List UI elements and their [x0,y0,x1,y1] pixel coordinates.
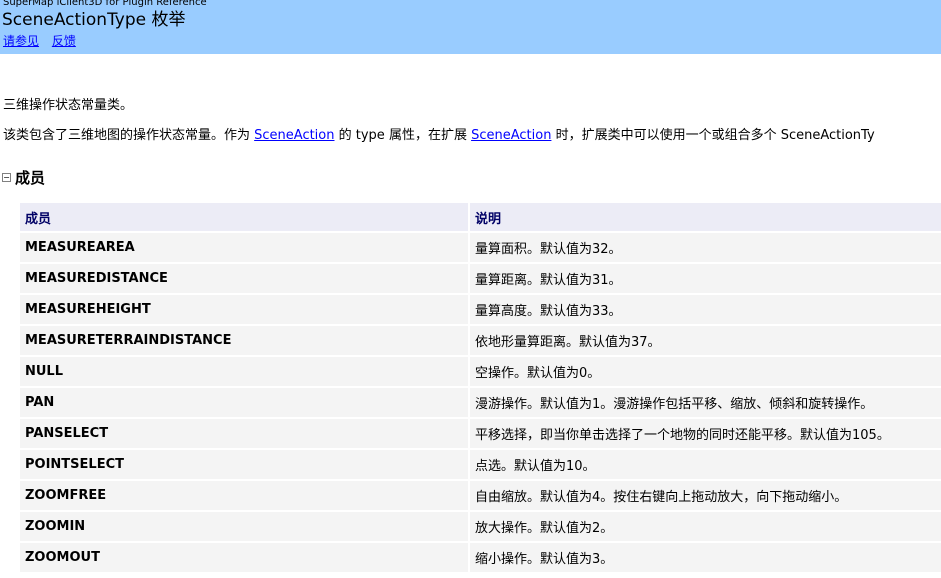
page-title: SceneActionType 枚举 [2,10,186,30]
member-name: ZOOMFREE [20,480,469,512]
collapse-icon[interactable]: − [2,173,11,182]
header-links: 请参见 反馈 [3,34,85,48]
table-row: NULL 空操作。默认值为0。 [20,356,941,388]
column-header-description: 说明 [468,203,941,233]
description-middle: 的 type 属性，在扩展 [334,128,472,143]
member-description: 缩小操作。默认值为3。 [468,542,941,574]
member-name: PANSELECT [20,418,469,450]
description-suffix: 时，扩展类中可以使用一个或组合多个 SceneActionTy [551,128,875,143]
table-row: ZOOMFREE 自由缩放。默认值为4。按住右键向上拖动放大，向下拖动缩小。 [20,480,941,512]
column-header-member: 成员 [20,203,469,233]
member-name: MEASUREAREA [20,232,469,264]
member-name: MEASUREHEIGHT [20,294,469,326]
member-description: 漫游操作。默认值为1。漫游操作包括平移、缩放、倾斜和旋转操作。 [468,387,941,419]
member-description: 自由缩放。默认值为4。按住右键向上拖动放大，向下拖动缩小。 [468,480,941,512]
table-row: ZOOMIN 放大操作。默认值为2。 [20,511,941,543]
member-name: ZOOMOUT [20,542,469,574]
member-description: 量算面积。默认值为32。 [468,232,941,264]
table-header-row: 成员 说明 [20,203,941,233]
product-name: SuperMap iClient3D for Plugin Reference [3,0,207,8]
description-prefix: 该类包含了三维地图的操作状态常量。作为 [3,128,255,143]
member-description: 点选。默认值为10。 [468,449,941,481]
page-header: SuperMap iClient3D for Plugin Reference … [0,0,941,54]
sceneaction-link-1[interactable]: SceneAction [254,128,334,143]
member-name: POINTSELECT [20,449,469,481]
sceneaction-link-2[interactable]: SceneAction [471,128,551,143]
member-description: 空操作。默认值为0。 [468,356,941,388]
member-name: MEASURETERRAINDISTANCE [20,325,469,357]
table-row: POINTSELECT 点选。默认值为10。 [20,449,941,481]
table-row: MEASUREDISTANCE 量算距离。默认值为31。 [20,263,941,295]
member-name: ZOOMIN [20,511,469,543]
members-table: 成员 说明 MEASUREAREA 量算面积。默认值为32。 MEASUREDI… [20,203,941,574]
member-description: 放大操作。默认值为2。 [468,511,941,543]
see-also-link[interactable]: 请参见 [3,34,39,48]
member-description: 平移选择，即当你单击选择了一个地物的同时还能平移。默认值为105。 [468,418,941,450]
description-text: 该类包含了三维地图的操作状态常量。作为 SceneAction 的 type 属… [3,127,875,145]
member-description: 量算高度。默认值为33。 [468,294,941,326]
feedback-link[interactable]: 反馈 [52,34,76,48]
table-row: MEASURETERRAINDISTANCE 依地形量算距离。默认值为37。 [20,325,941,357]
table-row: MEASUREAREA 量算面积。默认值为32。 [20,232,941,264]
member-description: 量算距离。默认值为31。 [468,263,941,295]
table-row: MEASUREHEIGHT 量算高度。默认值为33。 [20,294,941,326]
table-row: PAN 漫游操作。默认值为1。漫游操作包括平移、缩放、倾斜和旋转操作。 [20,387,941,419]
members-section-header[interactable]: − 成员 [2,167,45,188]
member-name: MEASUREDISTANCE [20,263,469,295]
member-name: NULL [20,356,469,388]
member-name: PAN [20,387,469,419]
table-row: PANSELECT 平移选择，即当你单击选择了一个地物的同时还能平移。默认值为1… [20,418,941,450]
table-row: ZOOMOUT 缩小操作。默认值为3。 [20,542,941,574]
section-title: 成员 [15,169,46,187]
summary-text: 三维操作状态常量类。 [3,98,134,113]
member-description: 依地形量算距离。默认值为37。 [468,325,941,357]
